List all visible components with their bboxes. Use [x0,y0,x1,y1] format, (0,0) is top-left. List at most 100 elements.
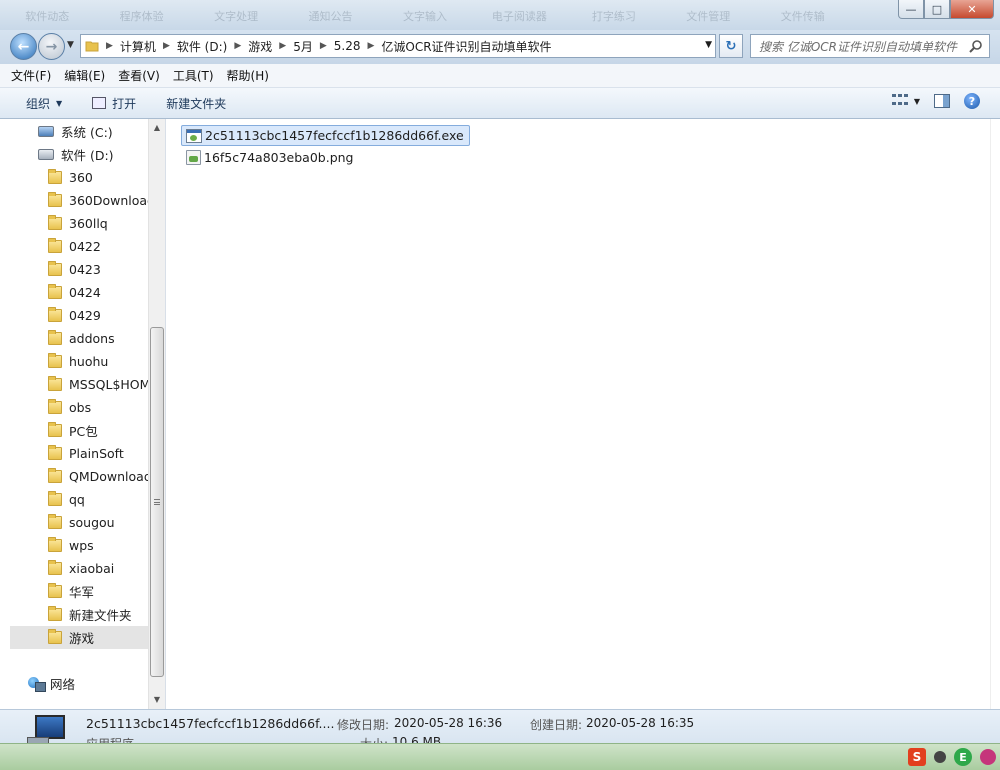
tree-item-folder[interactable]: 360 [10,166,148,189]
folder-icon [48,353,62,368]
tree-item-label: 系统 (C:) [61,125,113,140]
tree-item-label: 华军 [69,585,95,600]
tree-item-folder[interactable]: obs [10,396,148,419]
tree-item-software-drive[interactable]: 软件 (D:) [10,143,148,166]
minimize-button[interactable]: — [898,0,924,19]
scroll-up-arrow-icon[interactable]: ▲ [149,119,165,136]
tree-item-folder[interactable]: QMDownload [10,465,148,488]
tree-item-folder[interactable]: 0424 [10,281,148,304]
scroll-down-arrow-icon[interactable]: ▼ [149,691,165,708]
tree-item-folder[interactable]: PC包 [10,419,148,442]
tree-item-folder[interactable]: 0429 [10,304,148,327]
close-button[interactable]: ✕ [950,0,994,19]
tree-item-folder[interactable]: 华军 [10,580,148,603]
tree-item-folder[interactable]: PlainSoft [10,442,148,465]
search-input[interactable]: 搜索 亿诚OCR证件识别自动填单软件 [750,34,990,58]
folder-icon [48,560,62,575]
tree-scrollbar[interactable]: ▲ ▼ [148,119,165,709]
tree-item-folder[interactable]: 新建文件夹 [10,603,148,626]
tree-item-folder[interactable]: addons [10,327,148,350]
sogou-input-icon[interactable]: S [908,748,926,766]
chevron-right-icon[interactable]: ▶ [106,41,113,51]
content-scrollbar[interactable] [990,119,1000,709]
folder-icon [48,284,62,299]
breadcrumb-item[interactable]: 游戏 [248,38,272,55]
breadcrumb-item[interactable]: 5月 [293,38,313,55]
application-icon [27,715,67,743]
breadcrumb-item[interactable]: 亿诚OCR证件识别自动填单软件 [381,38,551,55]
chevron-right-icon[interactable]: ▶ [367,41,374,51]
help-icon[interactable]: ? [964,93,980,109]
details-pane: 2c51113cbc1457fecfccf1b1286dd66f.... 应用程… [0,709,1000,743]
view-options-icon[interactable] [891,94,908,108]
folder-icon [48,307,62,322]
tree-item-label: PlainSoft [69,446,124,461]
tree-item-folder[interactable]: qq [10,488,148,511]
green-app-icon[interactable]: E [954,748,972,766]
background-tabs: 软件动态 程序体验 文字处理 通知公告 文字输入 电子阅读器 打字练习 文件管理… [0,8,850,28]
maximize-button[interactable]: □ [924,0,950,19]
tree-item-folder[interactable]: 360Downloads [10,189,148,212]
address-history-dropdown[interactable]: ▼ [705,40,712,50]
menu-file[interactable]: 文件(F) [11,67,51,84]
size-label: 大小: [360,735,388,743]
chevron-right-icon[interactable]: ▶ [279,41,286,51]
menu-view[interactable]: 查看(V) [118,67,160,84]
chevron-right-icon[interactable]: ▶ [163,41,170,51]
recent-pages-dropdown[interactable]: ▼ [67,40,74,50]
chevron-down-icon[interactable]: ▼ [914,97,920,106]
address-bar[interactable]: ▶ 计算机 ▶ 软件 (D:) ▶ 游戏 ▶ 5月 ▶ 5.28 ▶ 亿诚OCR… [80,34,716,58]
tree-item-folder[interactable]: xiaobai [10,557,148,580]
tree-item-folder-selected[interactable]: 游戏 [10,626,148,649]
organize-button[interactable]: 组织 ▼ [26,95,62,112]
tree-item-system-drive[interactable]: 系统 (C:) [10,120,148,143]
breadcrumb-item[interactable]: 计算机 [120,38,156,55]
search-placeholder: 搜索 亿诚OCR证件识别自动填单软件 [759,39,957,54]
png-icon [186,150,201,165]
scrollbar-thumb[interactable] [150,327,164,677]
grip-icon [154,499,160,505]
tree-item-label: 新建文件夹 [69,608,132,623]
tree-item-network[interactable]: 网络 [10,672,148,695]
folder-icon [48,606,62,621]
tree-item-label: 360Downloads [69,193,148,208]
window-controls: — □ ✕ [898,0,994,19]
open-button[interactable]: 打开 [92,95,136,112]
system-drive-icon [38,126,54,137]
tree-item-folder[interactable]: sougou [10,511,148,534]
preview-pane-icon[interactable] [934,94,950,108]
forward-button[interactable]: → [38,33,65,60]
folder-icon [48,330,62,345]
network-icon [28,676,46,692]
menu-edit[interactable]: 编辑(E) [64,67,105,84]
pink-app-icon[interactable] [980,749,996,765]
tree-item-folder[interactable]: huohu [10,350,148,373]
new-folder-button[interactable]: 新建文件夹 [166,95,226,112]
chevron-right-icon[interactable]: ▶ [320,41,327,51]
breadcrumb-item[interactable]: 5.28 [334,39,361,53]
menu-help[interactable]: 帮助(H) [227,67,269,84]
tree-item-label: wps [69,538,94,553]
tree-item-folder[interactable]: 360llq [10,212,148,235]
chevron-right-icon[interactable]: ▶ [234,41,241,51]
tree-item-folder[interactable]: 0423 [10,258,148,281]
file-list[interactable]: 2c51113cbc1457fecfccf1b1286dd66f.exe 16f… [167,119,1000,709]
size-value: 10.6 MB [392,735,442,743]
file-item-png[interactable]: 16f5c74a803eba0b.png [181,147,360,168]
tree-item-label: 360llq [69,216,108,231]
tree-item-label: PC包 [69,424,98,439]
refresh-button[interactable]: ↻ [719,34,743,58]
back-button[interactable]: ← [10,33,37,60]
tray-dot-icon[interactable] [934,751,946,763]
tree-item-label: 360 [69,170,93,185]
menu-tools[interactable]: 工具(T) [173,67,214,84]
tree-item-folder[interactable]: MSSQL$HOME [10,373,148,396]
tree-item-folder[interactable]: 0422 [10,235,148,258]
background-tab: 打字练习 [591,10,636,23]
tree-item-label: 网络 [50,677,76,692]
file-item-exe[interactable]: 2c51113cbc1457fecfccf1b1286dd66f.exe [181,125,470,146]
view-controls: ▼ ? [891,93,980,109]
tree-item-folder[interactable]: wps [10,534,148,557]
breadcrumb-item[interactable]: 软件 (D:) [177,38,227,55]
file-name: 2c51113cbc1457fecfccf1b1286dd66f.exe [205,128,464,143]
